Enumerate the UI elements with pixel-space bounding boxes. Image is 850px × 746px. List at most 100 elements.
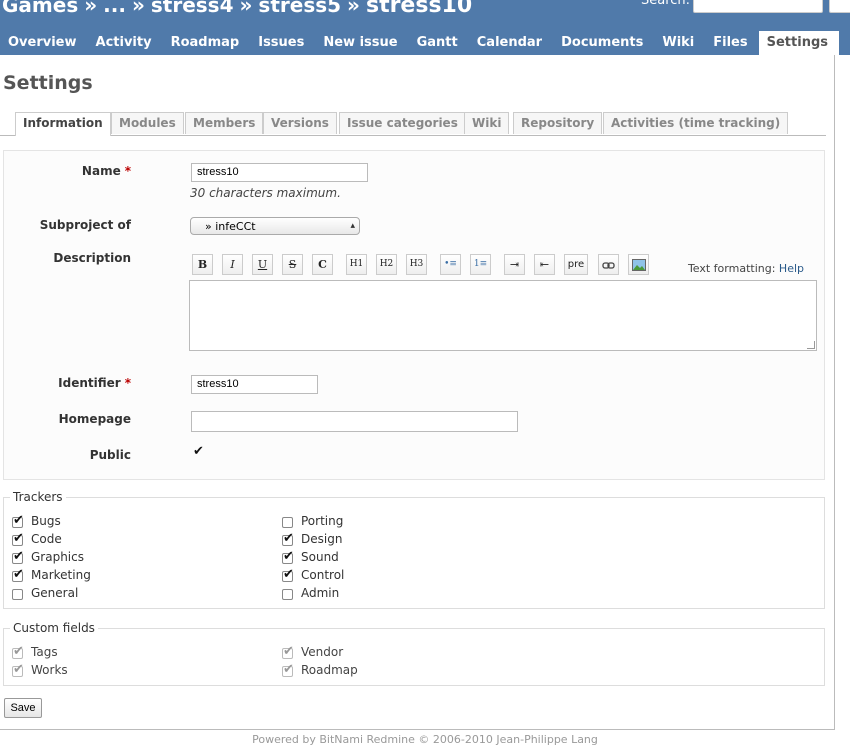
custom-field-checkbox-vendor[interactable] [282, 644, 294, 659]
content: Settings Information Modules Members Ver… [0, 55, 835, 730]
tracker-label-control: Control [301, 568, 345, 582]
public-checkbox[interactable] [192, 444, 204, 459]
underline-icon[interactable]: U [252, 254, 273, 275]
public-label: Public [89, 448, 131, 462]
menu-files[interactable]: Files [705, 31, 758, 55]
heading2-icon[interactable]: H2 [376, 254, 397, 275]
tracker-label-sound: Sound [301, 550, 339, 564]
tracker-label-marketing: Marketing [31, 568, 91, 582]
custom-field-checkbox-tags[interactable] [12, 644, 24, 659]
tab-members[interactable]: Members [185, 112, 264, 134]
tracker-checkbox-control[interactable] [282, 567, 294, 582]
tracker-checkbox-graphics[interactable] [12, 549, 24, 564]
search-label: Search: [641, 0, 691, 8]
tracker-label-bugs: Bugs [31, 514, 61, 528]
custom-field-label-works: Works [31, 663, 68, 677]
indent-icon[interactable]: ⇥ [504, 254, 525, 275]
menu-settings[interactable]: Settings [758, 31, 839, 55]
heading3-icon[interactable]: H3 [406, 254, 427, 275]
breadcrumb-separator: » [347, 0, 360, 17]
tab-issue-categories[interactable]: Issue categories [339, 112, 466, 134]
resize-grip-icon[interactable] [807, 341, 815, 349]
required-mark: * [124, 376, 131, 390]
link-icon[interactable] [598, 254, 619, 275]
tracker-label-design: Design [301, 532, 343, 546]
project-jump-select[interactable] [829, 0, 850, 13]
required-mark: * [124, 164, 131, 178]
code-icon[interactable]: C [312, 254, 333, 275]
custom-field-label-vendor: Vendor [301, 645, 344, 659]
trackers-fieldset: Trackers Bugs Code Graphics Marketing Ge… [3, 490, 825, 609]
custom-fields-fieldset: Custom fields Tags Works Vendor Roadmap [3, 621, 825, 686]
breadcrumb-stress5[interactable]: stress5 [258, 0, 341, 17]
save-button[interactable]: Save [4, 698, 42, 718]
tracker-checkbox-bugs[interactable] [12, 513, 24, 528]
breadcrumb-games[interactable]: Games [2, 0, 78, 17]
text-formatting: Text formatting: Help [687, 262, 804, 275]
preformatted-icon[interactable]: pre [564, 254, 588, 275]
tracker-label-graphics: Graphics [31, 550, 84, 564]
tracker-checkbox-design[interactable] [282, 531, 294, 546]
tracker-checkbox-general[interactable] [12, 589, 23, 600]
tracker-checkbox-code[interactable] [12, 531, 24, 546]
tab-versions[interactable]: Versions [263, 112, 337, 134]
subproject-label: Subproject of [39, 218, 131, 232]
custom-field-label-roadmap: Roadmap [301, 663, 358, 677]
breadcrumb-separator: » [84, 0, 98, 17]
description-label: Description [53, 251, 131, 265]
tracker-checkbox-marketing[interactable] [12, 567, 24, 582]
tracker-checkbox-porting[interactable] [282, 517, 293, 528]
name-input[interactable] [191, 163, 368, 182]
menu-calendar[interactable]: Calendar [469, 31, 553, 55]
menu-gantt[interactable]: Gantt [409, 31, 469, 55]
outdent-icon[interactable]: ⇤ [534, 254, 555, 275]
heading1-icon[interactable]: H1 [346, 254, 367, 275]
search-input[interactable] [693, 0, 823, 13]
tracker-label-porting: Porting [301, 514, 344, 528]
breadcrumb-stress4[interactable]: stress4 [151, 0, 234, 17]
tracker-checkbox-sound[interactable] [282, 549, 294, 564]
custom-field-checkbox-works[interactable] [12, 662, 24, 677]
identifier-input[interactable] [191, 375, 318, 394]
strikethrough-icon[interactable]: S [282, 254, 303, 275]
menu-roadmap[interactable]: Roadmap [163, 31, 251, 55]
custom-field-label-tags: Tags [31, 645, 58, 659]
tracker-label-admin: Admin [301, 586, 340, 600]
menu-activity[interactable]: Activity [88, 31, 163, 55]
description-textarea[interactable] [189, 280, 817, 351]
homepage-input[interactable] [191, 411, 518, 432]
menu-new-issue[interactable]: New issue [315, 31, 408, 55]
subproject-select[interactable]: » infeCCt ▴ [190, 217, 360, 235]
italic-icon[interactable]: I [222, 254, 243, 275]
menu-issues[interactable]: Issues [250, 31, 315, 55]
tab-repository[interactable]: Repository [513, 112, 603, 134]
custom-field-checkbox-roadmap[interactable] [282, 662, 294, 677]
tracker-label-code: Code [31, 532, 62, 546]
homepage-label: Homepage [58, 412, 131, 426]
menu-overview[interactable]: Overview [0, 31, 88, 55]
breadcrumb: Games »... » stress4 » stress5 » stress10 [2, 0, 472, 18]
image-icon[interactable] [628, 254, 649, 275]
bullet-list-icon[interactable]: •≡ [440, 254, 461, 275]
name-hint: 30 characters maximum. [190, 186, 341, 200]
menu-documents[interactable]: Documents [553, 31, 654, 55]
page-title: Settings [3, 72, 93, 94]
name-label: Name * [81, 164, 131, 178]
numbered-list-icon[interactable]: 1≡ [470, 254, 491, 275]
main-menu: Overview Activity Roadmap Issues New iss… [0, 31, 839, 55]
help-link[interactable]: Help [779, 262, 804, 275]
project-info-box: Name* 30 characters maximum. Subproject … [3, 150, 825, 480]
settings-tabs: Information Modules Members Versions Iss… [0, 112, 826, 136]
trackers-legend: Trackers [10, 490, 66, 504]
breadcrumb-ellipsis[interactable]: ... [103, 0, 126, 17]
tab-wiki[interactable]: Wiki [464, 112, 510, 134]
menu-wiki[interactable]: Wiki [654, 31, 705, 55]
tracker-checkbox-admin[interactable] [282, 589, 293, 600]
tracker-label-general: General [31, 586, 79, 600]
tab-activities[interactable]: Activities (time tracking) [603, 112, 789, 134]
select-arrows-icon: ▴ [350, 221, 355, 231]
tab-modules[interactable]: Modules [111, 112, 184, 134]
header: Games »... » stress4 » stress5 » stress10 Searc… [0, 0, 850, 55]
tab-information[interactable]: Information [15, 112, 111, 136]
bold-icon[interactable]: B [192, 254, 213, 275]
